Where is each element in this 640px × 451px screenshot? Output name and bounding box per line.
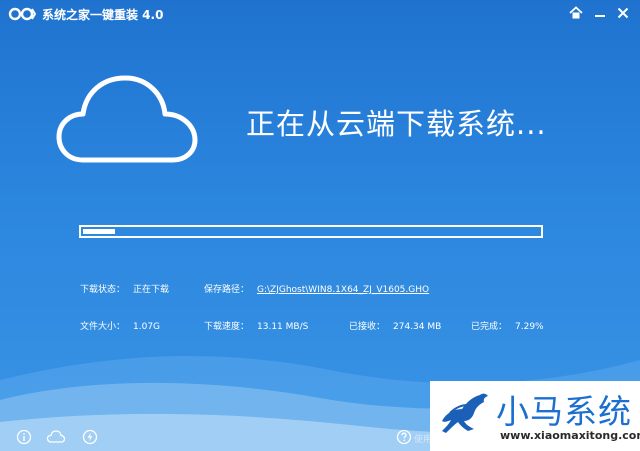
- save-path-label: 保存路径：: [204, 285, 250, 295]
- minimize-icon[interactable]: [591, 4, 609, 22]
- app-title: 系统之家一键重装 4.0: [42, 8, 164, 22]
- title-bar: 系统之家一键重装 4.0: [0, 0, 640, 28]
- cloud-icon: [56, 75, 198, 163]
- info-icon[interactable]: [16, 429, 32, 445]
- lightning-icon[interactable]: [82, 429, 98, 445]
- brand-name: 小马系统: [496, 392, 632, 431]
- download-status-row: 下载状态： 正在下载: [80, 282, 169, 295]
- close-icon[interactable]: [614, 4, 632, 22]
- download-status-value: 正在下载: [133, 285, 170, 295]
- download-status-headline: 正在从云端下载系统...: [246, 107, 547, 141]
- progress-fill: [83, 229, 115, 234]
- home-icon[interactable]: [567, 4, 585, 22]
- cloud-small-icon[interactable]: [46, 429, 66, 445]
- help-icon[interactable]: [396, 429, 412, 445]
- brand-url: www.xiaomaxitong.com: [500, 429, 640, 442]
- save-path-link[interactable]: G:\ZJGhost\WIN8.1X64_ZJ_V1605.GHO: [257, 285, 429, 295]
- download-progress-bar: [79, 225, 543, 238]
- save-path-row: 保存路径： G:\ZJGhost\WIN8.1X64_ZJ_V1605.GHO: [204, 282, 429, 295]
- horse-logo-icon: [442, 393, 488, 433]
- app-logo-icon: [8, 7, 36, 21]
- download-status-label: 下载状态：: [80, 285, 126, 295]
- brand-watermark: 小马系统 www.xiaomaxitong.com: [430, 381, 640, 451]
